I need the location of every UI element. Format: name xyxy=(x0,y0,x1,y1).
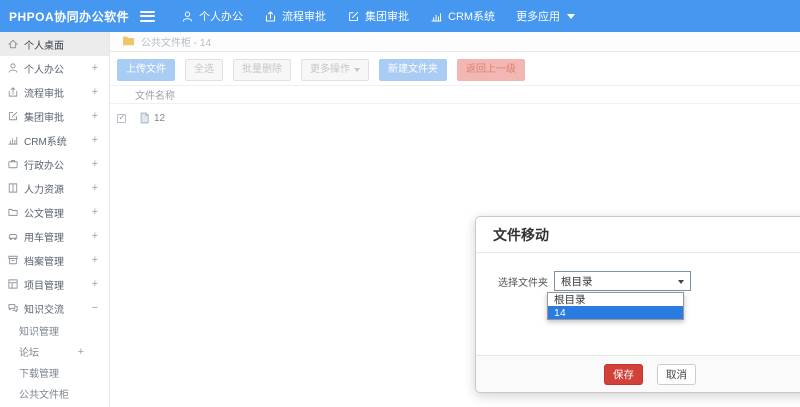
upload-icon xyxy=(7,86,19,98)
expand-icon[interactable]: + xyxy=(78,346,84,358)
more-actions-button[interactable]: 更多操作 xyxy=(301,59,369,81)
sidebar-item-group-approval[interactable]: 集团审批 + xyxy=(0,104,109,128)
file-icon xyxy=(139,112,150,124)
select-folder-label: 选择文件夹 xyxy=(498,277,548,289)
go-back-button[interactable]: 返回上一级 xyxy=(457,59,525,81)
dialog-title: 文件移动 xyxy=(493,226,549,243)
briefcase-icon xyxy=(7,158,19,170)
file-name-link[interactable]: 12 xyxy=(154,113,165,124)
sidebar: 个人桌面 个人办公 + 流程审批 + 集团审批 + CRM系统 + 行政办公 + xyxy=(0,32,110,407)
save-button[interactable]: 保存 xyxy=(604,363,643,385)
home-icon xyxy=(7,38,19,50)
dialog-header: 文件移动 xyxy=(476,217,800,253)
chat-icon xyxy=(7,302,19,314)
sidebar-subitem-forum[interactable]: 论坛 + xyxy=(0,341,109,362)
book-icon xyxy=(7,182,19,194)
caret-down-icon xyxy=(678,280,684,284)
sidebar-item-human-resources[interactable]: 人力资源 + xyxy=(0,176,109,200)
topnav-label: 集团审批 xyxy=(365,11,409,23)
option-14[interactable]: 14 xyxy=(548,306,683,319)
upload-icon xyxy=(264,10,277,23)
expand-icon[interactable]: + xyxy=(92,134,98,146)
sidebar-item-project-management[interactable]: 项目管理 + xyxy=(0,272,109,296)
sidebar-item-vehicle-management[interactable]: 用车管理 + xyxy=(0,224,109,248)
archive-icon xyxy=(7,254,19,266)
table-row: 12 xyxy=(110,108,800,128)
project-icon xyxy=(7,278,19,290)
expand-icon[interactable]: + xyxy=(92,254,98,266)
toolbar: 上传文件 全选 批量删除 更多操作 新建文件夹 返回上一级 xyxy=(110,52,800,85)
topnav-workflow-approval[interactable]: 流程审批 xyxy=(264,8,326,24)
breadcrumb-text: 公共文件柜 - 14 xyxy=(141,38,212,49)
selected-value: 根目录 xyxy=(561,275,593,288)
user-icon xyxy=(7,62,19,74)
app-logo: PHPOA协同办公软件 xyxy=(9,9,130,24)
sidebar-item-crm-system[interactable]: CRM系统 + xyxy=(0,128,109,152)
sidebar-item-knowledge-exchange[interactable]: 知识交流 − xyxy=(0,296,109,320)
expand-icon[interactable]: + xyxy=(92,182,98,194)
topnav-more-apps[interactable]: 更多应用 xyxy=(516,8,576,24)
folder-select-dropdown: 根目录 14 xyxy=(547,292,684,320)
menu-toggle-icon[interactable] xyxy=(140,10,155,22)
topnav-personal-office[interactable]: 个人办公 xyxy=(181,8,243,24)
topnav-label: 流程审批 xyxy=(282,11,326,23)
topnav-group-approval[interactable]: 集团审批 xyxy=(347,8,409,24)
sidebar-item-document-management[interactable]: 公文管理 + xyxy=(0,200,109,224)
column-file-name: 文件名称 xyxy=(135,91,175,102)
select-all-button[interactable]: 全选 xyxy=(185,59,223,81)
expand-icon[interactable]: + xyxy=(92,62,98,74)
option-root-directory[interactable]: 根目录 xyxy=(548,293,683,306)
car-icon xyxy=(7,230,19,242)
chart-icon xyxy=(430,10,443,23)
expand-icon[interactable]: + xyxy=(92,110,98,122)
edit-icon xyxy=(347,10,360,23)
topnav-label: 更多应用 xyxy=(516,11,561,23)
sidebar-subitem-public-file-cabinet[interactable]: 公共文件柜 xyxy=(0,383,109,404)
expand-icon[interactable]: + xyxy=(92,230,98,242)
table-header: 文件名称 xyxy=(110,85,800,104)
sidebar-subitem-download-management[interactable]: 下载管理 xyxy=(0,362,109,383)
cancel-button[interactable]: 取消 xyxy=(657,363,696,385)
top-navigation: 个人办公 流程审批 集团审批 CRM系统 更多应用 xyxy=(181,8,576,24)
topnav-label: 个人办公 xyxy=(199,11,243,23)
dialog-footer: 保存 取消 xyxy=(476,355,800,392)
sidebar-item-personal-office[interactable]: 个人办公 + xyxy=(0,56,109,80)
chart-icon xyxy=(7,134,19,146)
caret-down-icon xyxy=(567,13,576,19)
sidebar-subitem-knowledge-management[interactable]: 知识管理 xyxy=(0,320,109,341)
sidebar-item-workflow-approval[interactable]: 流程审批 + xyxy=(0,80,109,104)
sidebar-item-admin-office[interactable]: 行政办公 + xyxy=(0,152,109,176)
folder-icon xyxy=(7,206,19,218)
edit-icon xyxy=(7,110,19,122)
expand-icon[interactable]: + xyxy=(92,278,98,290)
new-folder-button[interactable]: 新建文件夹 xyxy=(379,59,447,81)
collapse-icon[interactable]: − xyxy=(92,302,98,314)
topnav-label: CRM系统 xyxy=(448,11,496,23)
user-icon xyxy=(181,10,194,23)
folder-icon xyxy=(122,35,135,49)
folder-select[interactable]: 根目录 xyxy=(554,271,691,291)
caret-down-icon xyxy=(354,68,360,72)
topbar: PHPOA协同办公软件 个人办公 流程审批 集团审批 CRM系统 更多应用 xyxy=(0,0,800,32)
topnav-crm-system[interactable]: CRM系统 xyxy=(430,8,495,24)
file-move-dialog: 文件移动 选择文件夹 根目录 根目录 14 保存 取消 xyxy=(475,216,800,393)
sidebar-item-archive-management[interactable]: 档案管理 + xyxy=(0,248,109,272)
expand-icon[interactable]: + xyxy=(92,86,98,98)
dialog-body: 选择文件夹 根目录 根目录 14 xyxy=(476,271,800,320)
sidebar-item-personal-desktop[interactable]: 个人桌面 xyxy=(0,32,109,56)
expand-icon[interactable]: + xyxy=(92,206,98,218)
expand-icon[interactable]: + xyxy=(92,158,98,170)
breadcrumb: 公共文件柜 - 14 xyxy=(110,32,800,52)
batch-delete-button[interactable]: 批量删除 xyxy=(233,59,291,81)
upload-file-button[interactable]: 上传文件 xyxy=(117,59,175,81)
row-checkbox[interactable] xyxy=(117,113,126,123)
